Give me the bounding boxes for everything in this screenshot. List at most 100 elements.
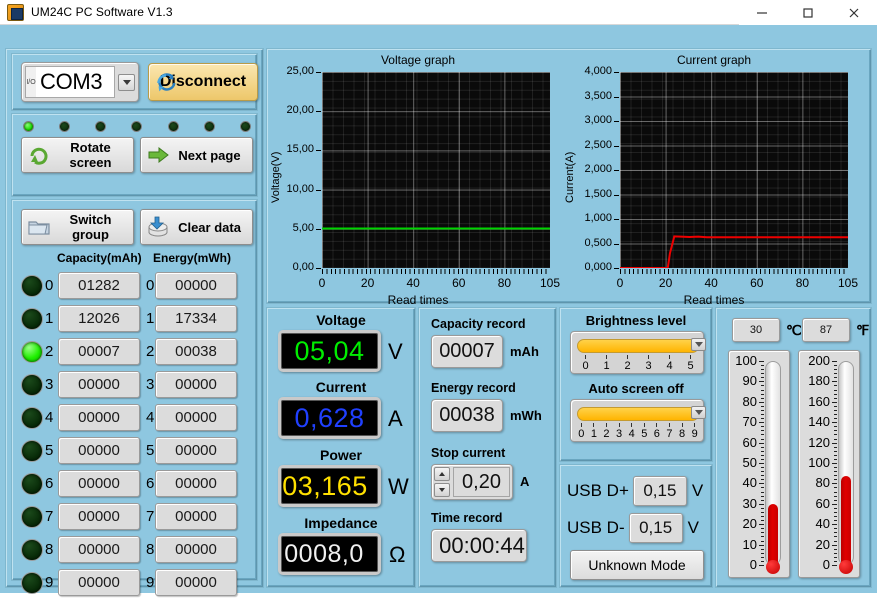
group-index-right: 7 (146, 508, 155, 525)
thermometer-major-tick (759, 503, 764, 505)
thermometer-scale-label: 20 (815, 536, 830, 552)
group-row: 7 00000 7 00000 (21, 500, 253, 533)
close-button[interactable] (831, 0, 877, 25)
group-led-2 (21, 340, 43, 363)
y-axis-tick: 1,000 (584, 212, 612, 224)
y-axis-label: Current(A) (564, 151, 576, 203)
window-titlebar: UM24C PC Software V1.3 (0, 0, 877, 25)
auto-screen-off-slider[interactable]: 0123456789 (570, 399, 706, 442)
disconnect-button[interactable]: Disconnect (148, 63, 258, 101)
thermometer-minor-tick (761, 556, 764, 558)
switch-group-button[interactable]: Switch group (21, 209, 134, 245)
thermometer-minor-tick (761, 430, 764, 432)
y-tick-mark (316, 150, 321, 152)
voltage-unit: V (388, 339, 403, 364)
group-row: 3 00000 3 00000 (21, 368, 253, 401)
thermometer-minor-tick (834, 467, 837, 469)
usb-dminus-value: 0,15 (628, 513, 683, 543)
window-title: UM24C PC Software V1.3 (31, 5, 173, 19)
stop-current-value[interactable]: 0,20 (453, 467, 510, 497)
slider-tick: 6 (651, 423, 664, 440)
impedance-display: 0008,0 (278, 533, 381, 575)
thermometer-minor-tick (761, 418, 764, 420)
x-axis-tick: 60 (452, 276, 466, 290)
clear-data-button[interactable]: Clear data (140, 209, 253, 245)
group-row: 4 00000 4 00000 (21, 401, 253, 434)
clear-data-label: Clear data (178, 219, 241, 235)
thermometer-major-tick (832, 422, 837, 424)
thermometer-scale-label: 90 (742, 373, 757, 389)
energy-record-label: Energy record (431, 381, 516, 395)
thermometer-minor-tick (834, 471, 837, 473)
group-row: 6 00000 6 00000 (21, 467, 253, 500)
voltage-value: 05,04 (294, 335, 365, 366)
current-unit: A (388, 406, 403, 431)
x-axis-tick: 80 (497, 276, 512, 290)
voltage-graph-title: Voltage graph (380, 53, 456, 67)
thermometer-scale-label: 100 (735, 353, 757, 368)
thermometer-major-tick (759, 565, 764, 566)
brightness-knob[interactable] (691, 338, 706, 351)
thermometer-minor-tick (834, 479, 837, 481)
stop-current-stepper[interactable]: 0,20 (431, 464, 513, 500)
charge-mode-button[interactable]: Unknown Mode (570, 550, 704, 580)
y-axis-tick: 0,00 (292, 261, 314, 273)
thermometer-minor-tick (761, 454, 764, 456)
energy-record-value: 00038 (431, 399, 503, 432)
thermometer-major-tick (759, 401, 764, 403)
thermometer-minor-tick (834, 405, 837, 407)
current-graph[interactable]: Current graph 0,000 0,500 1,000 1,500 2,000 2… (564, 53, 862, 307)
com-port-selector[interactable]: I/O COM3 (21, 62, 139, 102)
plot-grid (620, 72, 848, 268)
refresh-icon (157, 73, 176, 92)
usb-dminus-unit: V (687, 518, 699, 537)
switch-group-label: Switch group (69, 212, 112, 242)
y-axis-tick: 25,00 (286, 65, 314, 77)
spinner-down-icon[interactable] (434, 483, 450, 497)
y-axis-tick: 3,500 (584, 89, 612, 102)
thermometer-minor-tick (761, 475, 764, 477)
autooff-knob[interactable] (691, 406, 706, 419)
slider-tick: 1 (596, 355, 617, 372)
thermometer-minor-tick (834, 528, 837, 530)
group-index-right: 6 (146, 475, 155, 492)
usb-dplus-row: USB D+ 0,15 V (567, 476, 703, 506)
app-icon (7, 3, 24, 21)
x-axis-tick: 20 (360, 276, 375, 290)
group-index-left: 8 (45, 541, 54, 558)
y-tick-mark (614, 219, 619, 220)
group-index-right: 8 (146, 541, 155, 558)
group-index-left: 2 (45, 343, 54, 360)
thermometer-major-tick (759, 544, 764, 546)
group-row: 8 00000 8 00000 (21, 533, 253, 566)
group-row: 5 00000 5 00000 (21, 434, 253, 467)
brightness-slider[interactable]: 012345 (570, 331, 706, 374)
spinner-up-icon[interactable] (434, 467, 450, 481)
y-axis-tick: 4,000 (584, 65, 612, 77)
status-led-6 (239, 120, 251, 132)
group-index-left: 1 (45, 310, 54, 327)
brightness-label: Brightness level (585, 313, 687, 328)
plot-grid (322, 72, 550, 268)
thermometer-major-tick (832, 524, 837, 526)
group-led-1 (21, 307, 43, 330)
energy-value-8: 00000 (155, 536, 237, 563)
maximize-button[interactable] (785, 0, 831, 25)
next-page-button[interactable]: Next page (140, 137, 253, 173)
thermometer-minor-tick (834, 426, 837, 428)
thermometer-minor-tick (761, 548, 764, 550)
voltage-graph[interactable]: Voltage graph 0,00 5,00 10,00 15,00 20,00 25,… (270, 53, 564, 307)
chevron-down-icon[interactable] (118, 73, 135, 91)
group-led-5 (21, 439, 43, 462)
y-tick-mark (614, 121, 619, 122)
minimize-button[interactable] (739, 0, 785, 25)
rotate-screen-button[interactable]: Rotate screen (21, 137, 134, 173)
connection-panel: I/O COM3 Disconnect (12, 54, 258, 110)
current-value: 0,628 (294, 402, 365, 433)
x-axis-tick: 0 (318, 276, 326, 290)
thermometer-scale-label: 200 (808, 353, 830, 368)
thermometer-minor-tick (834, 377, 837, 379)
autooff-track (577, 407, 699, 421)
y-axis-tick: 5,00 (292, 221, 314, 234)
celsius-value: 30 (732, 318, 780, 342)
